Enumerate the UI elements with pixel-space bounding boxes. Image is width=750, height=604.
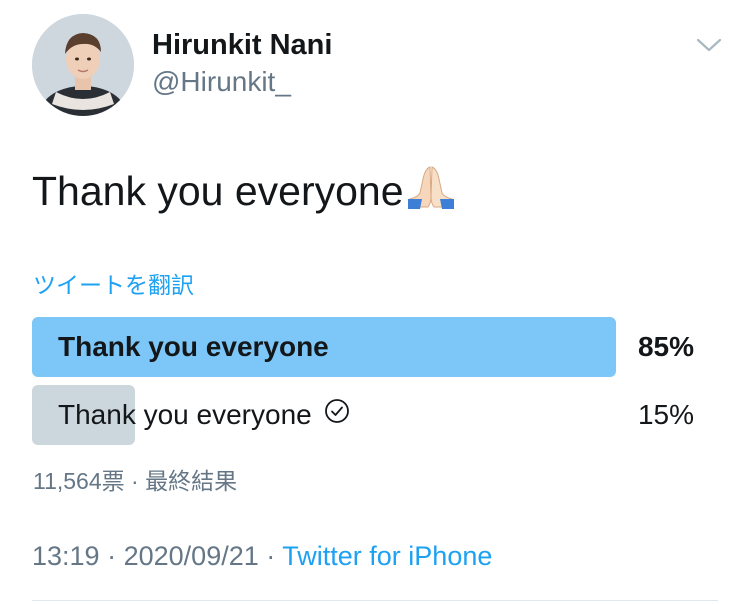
tweet-footer: 13:19 · 2020/09/21 · Twitter for iPhone (32, 541, 492, 572)
user-name[interactable]: Hirunkit Nani (152, 29, 332, 62)
divider (32, 600, 718, 601)
poll-meta: 11,564票 · 最終結果 (33, 462, 237, 496)
chevron-down-icon[interactable] (694, 33, 724, 57)
footer-separator-2: · (266, 541, 276, 571)
footer-separator-1: · (107, 541, 117, 571)
poll-option-2-label-group: Thank you everyone (58, 385, 350, 445)
user-handle[interactable]: @Hirunkit_ (152, 66, 291, 98)
poll-option-2-label: Thank you everyone (58, 399, 312, 430)
poll-option-2-percent: 15% (637, 399, 694, 430)
folded-hands-icon (406, 163, 456, 219)
tweet-time[interactable]: 13:19 (32, 541, 100, 571)
tweet-text-content: Thank you everyone (32, 167, 404, 214)
poll-vote-count: 11,564票 (33, 468, 125, 494)
poll-meta-separator: · (131, 468, 139, 494)
poll-status: 最終結果 (145, 468, 238, 494)
tweet-date[interactable]: 2020/09/21 (124, 541, 259, 571)
poll-option-1-label: Thank you everyone (58, 331, 329, 362)
translate-tweet-link[interactable]: ツイートを翻訳 (33, 266, 194, 300)
poll-option-1: Thank you everyone 85% (32, 317, 698, 377)
tweet-text: Thank you everyone (32, 163, 456, 219)
poll-option-1-percent: 85% (637, 331, 694, 362)
tweet-source-link[interactable]: Twitter for iPhone (282, 541, 492, 571)
poll-option-2: Thank you everyone 15% (32, 385, 698, 445)
check-circle-icon (324, 385, 350, 445)
avatar-image (32, 14, 134, 116)
avatar[interactable] (32, 14, 134, 116)
